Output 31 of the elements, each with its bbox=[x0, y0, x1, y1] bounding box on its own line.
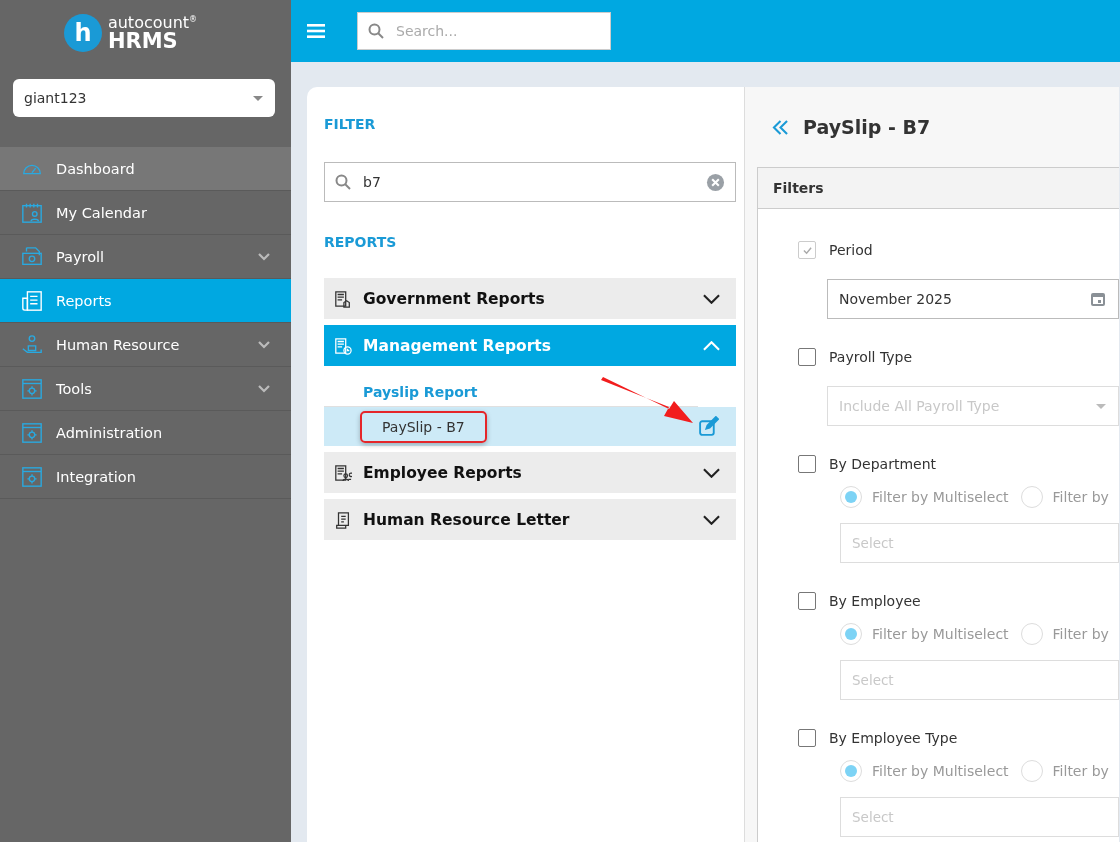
report-group-header[interactable]: Human Resource Letter bbox=[324, 499, 736, 540]
report-item-row[interactable]: PaySlip - B7 bbox=[324, 407, 736, 446]
sidebar-item[interactable]: Administration bbox=[0, 411, 291, 455]
radio-label: Filter by Multiselect bbox=[872, 626, 1009, 642]
radio-label: Filter by Multiselect bbox=[872, 763, 1009, 779]
company-dropdown[interactable]: giant123 bbox=[13, 79, 275, 117]
sidebar-item[interactable]: Integration bbox=[0, 455, 291, 499]
sidebar-item[interactable]: Human Resource bbox=[0, 323, 291, 367]
sidebar-item[interactable]: My Calendar bbox=[0, 191, 291, 235]
checkbox-label: By Employee bbox=[829, 593, 921, 609]
report-group-header[interactable]: Government Reports bbox=[324, 278, 736, 319]
checkbox-label: By Employee Type bbox=[829, 730, 958, 746]
section-heading: FILTER bbox=[324, 116, 377, 132]
logo-text: HRMS bbox=[107, 30, 179, 52]
sidebar-item[interactable]: Tools bbox=[0, 367, 291, 411]
logo-text: autocount$^{®}$ bbox=[107, 14, 198, 31]
radio-label: Filter by bbox=[1052, 626, 1109, 642]
section-heading: REPORTS bbox=[324, 234, 398, 250]
sidebar-item[interactable]: Dashboard bbox=[0, 147, 291, 191]
report-group-header[interactable]: Employee Reports bbox=[324, 452, 736, 493]
search-field[interactable]: b7 bbox=[324, 162, 736, 202]
radio-label: Filter by bbox=[1052, 489, 1109, 505]
checkbox-label: Payroll Type bbox=[829, 349, 913, 365]
checkbox-label: By Department bbox=[829, 456, 937, 472]
logo-mark: h bbox=[63, 14, 102, 52]
report-link[interactable]: PaySlip - B7 bbox=[360, 410, 487, 443]
report-title: PaySlip - B7 bbox=[803, 116, 931, 138]
checkbox-label: Period bbox=[829, 242, 873, 258]
radio-label: Filter by bbox=[1052, 763, 1109, 779]
card-title: Filters bbox=[773, 180, 824, 196]
radio-label: Filter by Multiselect bbox=[872, 489, 1009, 505]
